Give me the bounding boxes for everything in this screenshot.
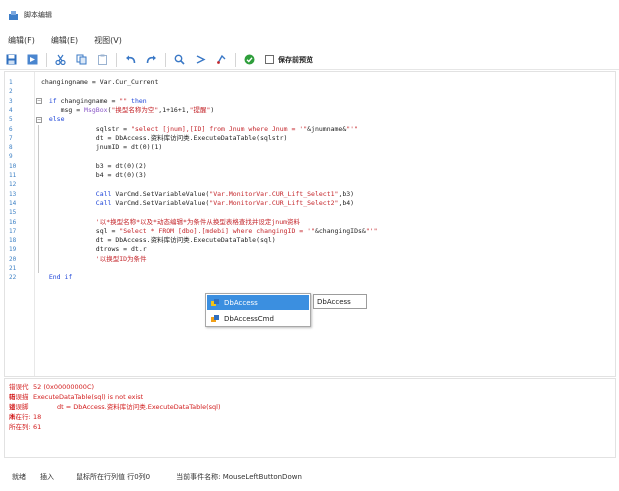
error-line-row: 所在行: 18 bbox=[9, 412, 611, 422]
autocomplete-item-label: DbAccessCmd bbox=[224, 314, 274, 323]
autocomplete-item-label: DbAccess bbox=[224, 298, 258, 307]
error-label: 所在行: bbox=[9, 413, 31, 421]
line-number: 2 bbox=[9, 88, 13, 96]
class-icon bbox=[211, 314, 220, 323]
copy-icon[interactable] bbox=[74, 53, 88, 67]
error-description-row: 错误描述: ExecuteDataTable(sql) is not exist bbox=[9, 392, 611, 411]
fold-guide bbox=[38, 124, 39, 274]
status-mode: 插入 bbox=[40, 472, 54, 481]
line-number: 3 bbox=[9, 97, 13, 105]
error-label: 错误描述: bbox=[9, 393, 29, 411]
save-icon[interactable] bbox=[4, 53, 18, 67]
cut-icon[interactable] bbox=[53, 53, 67, 67]
line-number: 18 bbox=[9, 237, 17, 245]
error-value: 18 bbox=[33, 413, 42, 421]
line-number: 8 bbox=[9, 144, 13, 152]
line-number: 14 bbox=[9, 199, 17, 207]
fold-toggle-icon[interactable]: − bbox=[36, 98, 42, 105]
line-number: 13 bbox=[9, 190, 17, 198]
error-value: ExecuteDataTable(sql) is not exist bbox=[33, 393, 144, 401]
save-preview-label: 保存前预览 bbox=[278, 55, 313, 64]
autocomplete-item[interactable]: DbAccessCmd bbox=[207, 311, 309, 326]
error-label: 错误代码: bbox=[9, 383, 29, 401]
line-number: 21 bbox=[9, 265, 17, 272]
error-panel: 错误代码: 52 (0x00000000C) 错误描述: ExecuteDataTa… bbox=[4, 378, 616, 458]
line-number: 5 bbox=[9, 116, 13, 124]
menu-edit[interactable]: 编辑(E) bbox=[51, 35, 78, 46]
code-line[interactable]: '以换型ID为条件 bbox=[41, 255, 147, 264]
line-number: 1 bbox=[9, 79, 13, 86]
error-code-row: 错误代码: 52 (0x00000000C) bbox=[9, 382, 611, 401]
code-line[interactable]: Call VarCmd.SetVariableValue("Var.Monito… bbox=[41, 190, 354, 199]
error-label: 所在列: bbox=[9, 423, 31, 431]
status-event: 当前事件名称: MouseLeftButtonDown bbox=[176, 472, 302, 481]
error-value: dt = DbAccess.资料库访问类.ExecuteDataTable(sq… bbox=[57, 403, 221, 411]
code-line[interactable]: sql = "Select * FROM [dbo].[mdebi] where… bbox=[41, 227, 378, 236]
menu-file[interactable]: 编辑(F) bbox=[8, 35, 35, 46]
redo-icon[interactable] bbox=[144, 53, 158, 67]
save-all-icon[interactable] bbox=[25, 53, 39, 67]
code-line[interactable]: if changingname = "" then bbox=[41, 97, 147, 106]
toolbar-separator bbox=[165, 52, 166, 67]
code-line[interactable]: End if bbox=[41, 273, 72, 282]
class-icon bbox=[211, 298, 220, 307]
toolbar-separator bbox=[235, 52, 236, 67]
line-number: 10 bbox=[9, 162, 17, 170]
error-value: 61 bbox=[33, 423, 42, 431]
save-preview-checkbox[interactable] bbox=[265, 55, 274, 64]
code-line[interactable]: sqlstr = "select [jnum],[ID] from Jnum w… bbox=[41, 125, 358, 134]
code-line[interactable]: else bbox=[41, 115, 65, 124]
line-number: 16 bbox=[9, 218, 17, 226]
autocomplete-popup: DbAccess DbAccessCmd bbox=[205, 293, 311, 327]
replace-icon[interactable] bbox=[214, 53, 228, 67]
line-number: 7 bbox=[9, 134, 13, 142]
code-line[interactable]: dtrows = dt.r bbox=[41, 245, 147, 254]
autocomplete-tooltip: DbAccess bbox=[313, 294, 367, 309]
undo-icon[interactable] bbox=[123, 53, 137, 67]
toolbar-separator bbox=[116, 52, 117, 67]
line-number: 6 bbox=[9, 125, 13, 133]
line-number: 12 bbox=[9, 181, 17, 189]
code-line[interactable]: msg = MsgBox("换型名称为空",1+16+1,"提醒") bbox=[41, 106, 215, 115]
fold-toggle-icon[interactable]: − bbox=[36, 116, 42, 123]
code-line[interactable]: b3 = dt(0)(2) bbox=[41, 162, 147, 171]
error-script-row: 错误脚本: dt = DbAccess.资料库访问类.ExecuteDataTab… bbox=[9, 402, 611, 421]
status-state: 就绪 bbox=[12, 472, 26, 481]
autocomplete-item[interactable]: DbAccess bbox=[207, 295, 309, 310]
line-number: 22 bbox=[9, 274, 17, 282]
code-line[interactable]: b4 = dt(0)(3) bbox=[41, 171, 147, 180]
code-line[interactable]: dt = DbAccess.资料库访问类.ExecuteDataTable(sq… bbox=[41, 236, 276, 245]
toolbar: 保存前预览 bbox=[0, 50, 619, 70]
error-value: 52 (0x00000000C) bbox=[33, 383, 95, 391]
paste-icon[interactable] bbox=[95, 53, 109, 67]
app-icon bbox=[9, 10, 18, 20]
line-number: 19 bbox=[9, 246, 17, 254]
error-label: 错误脚本: bbox=[9, 403, 29, 421]
code-line[interactable]: changingname = Var.Cur_Current bbox=[41, 78, 158, 87]
line-number: 9 bbox=[9, 153, 13, 161]
menu-bar: 编辑(F) 编辑(E) 视图(V) bbox=[0, 30, 619, 50]
line-number: 4 bbox=[9, 106, 13, 114]
line-number: 20 bbox=[9, 255, 17, 263]
code-line[interactable]: jnumID = dt(0)(1) bbox=[41, 143, 163, 152]
code-editor[interactable]: 1 2 3 4 5 6 7 8 9 10 11 12 13 14 15 16 17 18 19 20 21 22 chan… bbox=[4, 71, 616, 377]
line-number-gutter: 1 2 3 4 5 6 7 8 9 10 11 12 13 14 15 16 17 18 19 20 21 22 bbox=[5, 72, 35, 376]
find-next-icon[interactable] bbox=[193, 53, 207, 67]
title-bar: 脚本编辑 bbox=[0, 0, 619, 30]
error-column-row: 所在列: 61 bbox=[9, 422, 611, 432]
code-line[interactable]: dt = DbAccess.资料库访问类.ExecuteDataTable(sq… bbox=[41, 134, 288, 143]
window-title: 脚本编辑 bbox=[24, 11, 52, 19]
status-bar: 就绪 插入 鼠标所在行列值 行0列0 当前事件名称: MouseLeftButt… bbox=[0, 462, 619, 491]
toolbar-separator bbox=[46, 52, 47, 67]
line-number: 15 bbox=[9, 209, 17, 217]
check-syntax-icon[interactable] bbox=[242, 53, 256, 67]
find-icon[interactable] bbox=[172, 53, 186, 67]
menu-view[interactable]: 视图(V) bbox=[94, 35, 122, 46]
line-number: 11 bbox=[9, 172, 17, 179]
status-cursor: 鼠标所在行列值 行0列0 bbox=[76, 472, 151, 481]
code-line[interactable]: Call VarCmd.SetVariableValue("Var.Monito… bbox=[41, 199, 354, 208]
code-line[interactable]: '以*换型名称*以及*动态编辑*为条件从换型表格查找并设定jnum资料 bbox=[41, 218, 300, 227]
line-number: 17 bbox=[9, 227, 17, 235]
